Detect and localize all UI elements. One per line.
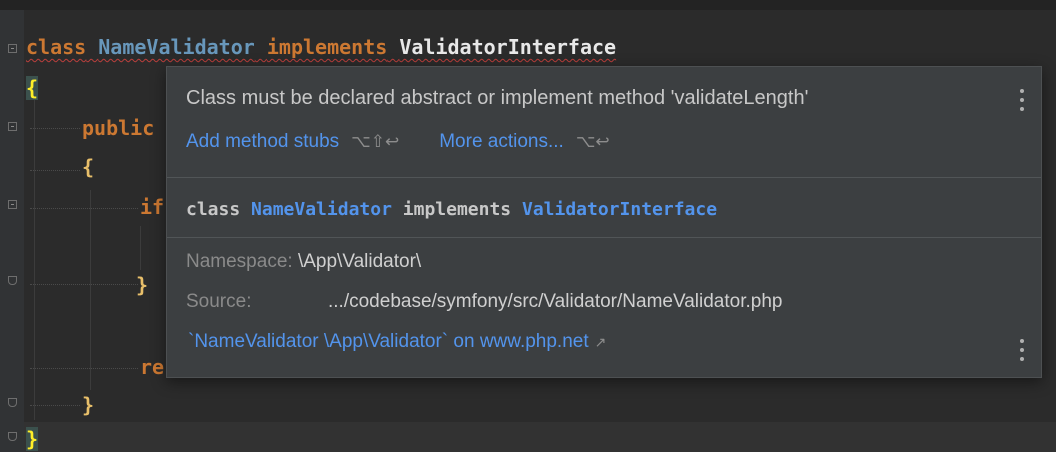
code-line-inner-open-brace[interactable]: { xyxy=(82,150,94,184)
indent-guide xyxy=(34,100,35,420)
code-line-public[interactable]: public xyxy=(82,111,154,145)
decl-keyword-class: class xyxy=(186,199,241,220)
current-line-highlight xyxy=(24,422,1056,452)
inner-open-brace: { xyxy=(82,155,95,179)
popup-divider xyxy=(167,237,1041,238)
namespace-value: \App\Validator\ xyxy=(297,251,422,272)
editor-gutter xyxy=(0,10,24,452)
open-brace: { xyxy=(26,76,39,100)
keyword-class: class xyxy=(26,35,87,59)
code-line-if[interactable]: if xyxy=(140,190,164,224)
inspection-popup[interactable]: Class must be declared abstract or imple… xyxy=(166,66,1042,378)
php-net-link[interactable]: `NameValidator \App\Validator` on www.ph… xyxy=(188,331,606,353)
code-line-return[interactable]: re xyxy=(140,350,164,384)
more-actions-link[interactable]: More actions... xyxy=(439,131,564,153)
decl-interface-name[interactable]: ValidatorInterface xyxy=(522,199,717,220)
keyword-return: re xyxy=(140,355,165,379)
keyword-implements: implements xyxy=(266,35,388,59)
indent-dots xyxy=(30,405,80,407)
fold-end-marker-icon[interactable] xyxy=(8,276,17,285)
class-declaration-preview: class NameValidator implements Validator… xyxy=(186,199,717,220)
code-line-open-brace[interactable]: { xyxy=(26,71,39,105)
code-line-class-declaration[interactable]: class NameValidator implements Validator… xyxy=(26,30,616,64)
indent-guide xyxy=(140,226,141,270)
if-close-brace: } xyxy=(136,273,149,297)
fold-end-marker-icon[interactable] xyxy=(8,398,17,407)
decl-class-name[interactable]: NameValidator xyxy=(251,199,392,220)
indent-dots xyxy=(30,170,80,172)
code-line-inner-close-brace[interactable]: } xyxy=(82,388,94,422)
interface-name[interactable]: ValidatorInterface xyxy=(399,35,616,59)
quick-fix-actions: Add method stubs ⌥⇧↩ More actions... ⌥↩ xyxy=(186,131,610,153)
fold-end-marker-icon[interactable] xyxy=(8,432,17,441)
close-brace: } xyxy=(26,427,39,451)
error-message: Class must be declared abstract or imple… xyxy=(186,87,809,109)
indent-dots xyxy=(30,368,138,370)
kebab-menu-icon[interactable] xyxy=(1019,339,1025,361)
fold-marker-icon[interactable] xyxy=(8,200,17,209)
add-method-stubs-shortcut: ⌥⇧↩ xyxy=(351,132,400,152)
more-actions-shortcut: ⌥↩ xyxy=(575,132,610,152)
code-line-if-close[interactable]: } xyxy=(136,268,148,302)
add-method-stubs-link[interactable]: Add method stubs xyxy=(186,131,339,153)
code-editor[interactable]: class NameValidator implements Validator… xyxy=(0,0,1056,452)
class-name[interactable]: NameValidator xyxy=(98,35,255,59)
source-value: .../codebase/symfony/src/Validator/NameV… xyxy=(328,291,783,312)
source-label: Source: xyxy=(186,291,252,312)
keyword-if: if xyxy=(140,195,165,219)
inner-close-brace: } xyxy=(82,393,95,417)
indent-dots xyxy=(30,208,138,210)
popup-divider xyxy=(167,177,1041,178)
kebab-menu-icon[interactable] xyxy=(1019,89,1025,111)
php-net-link-label: `NameValidator \App\Validator` on www.ph… xyxy=(188,331,589,352)
indent-guide xyxy=(90,190,91,390)
source-row: Source: .../codebase/symfony/src/Validato… xyxy=(186,291,782,313)
indent-dots xyxy=(30,128,80,130)
fold-marker-icon[interactable] xyxy=(8,44,17,53)
keyword-public: public xyxy=(82,116,155,140)
decl-keyword-implements: implements xyxy=(402,199,512,220)
external-link-icon: ↗ xyxy=(594,334,607,350)
namespace-label: Namespace: xyxy=(186,251,293,272)
indent-dots xyxy=(30,284,138,286)
code-line-close-brace[interactable]: } xyxy=(26,422,39,452)
namespace-row: Namespace: \App\Validator\ xyxy=(186,251,421,273)
editor-top-edge xyxy=(0,0,1056,10)
fold-marker-icon[interactable] xyxy=(8,122,17,131)
